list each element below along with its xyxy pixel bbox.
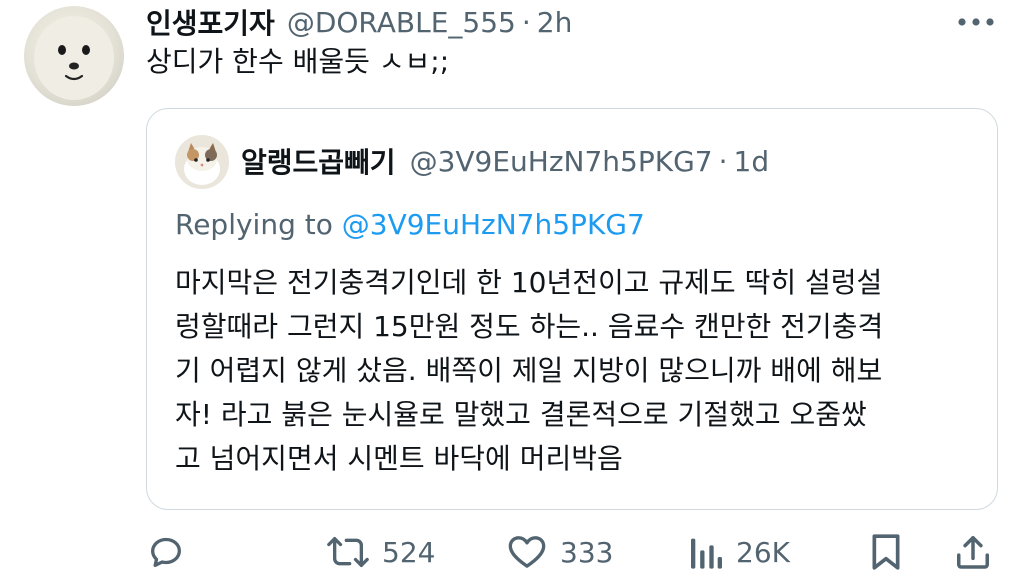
like-count: 333 [560, 535, 614, 569]
heart-icon [508, 536, 546, 568]
dog-avatar-image [34, 16, 114, 100]
quoted-text-line: 기 어렵지 않게 샀음. 배쪽이 제일 지방이 많으니까 배에 해보 [175, 354, 883, 387]
tweet-time[interactable]: 2h [537, 6, 573, 39]
quoted-header: 알랭드곱빼기 @3V9EuHzN7h5PKG7 · 1d [241, 141, 769, 181]
views-button[interactable]: 26K [688, 528, 790, 576]
like-button[interactable]: 333 [506, 528, 613, 576]
quoted-author-name[interactable]: 알랭드곱빼기 [241, 141, 396, 181]
share-button[interactable] [954, 528, 992, 576]
more-dots-icon [958, 18, 994, 26]
quoted-author-handle[interactable]: @3V9EuHzN7h5PKG7 [410, 145, 713, 178]
retweet-button[interactable]: 524 [326, 528, 435, 576]
quoted-text-line: 마지막은 전기충격기인데 한 10년전이고 규제도 딱히 설렁설 [175, 266, 883, 299]
quoted-text-line: 고 넘어지면서 시멘트 바닥에 머리박음 [175, 442, 623, 475]
separator-dot: · [521, 5, 531, 39]
action-bar: 524 333 26K [146, 528, 1006, 576]
views-count: 26K [736, 535, 790, 569]
author-name[interactable]: 인생포기자 [146, 2, 275, 42]
bookmark-button[interactable] [868, 528, 904, 576]
quoted-text-line: 렁할때라 그런지 15만원 정도 하는.. 음료수 캔만한 전기충격 [175, 310, 884, 343]
share-icon [957, 536, 989, 569]
views-chart-icon [691, 538, 722, 569]
reply-icon [151, 537, 181, 567]
quoted-avatar[interactable] [175, 135, 229, 189]
more-options-button[interactable] [952, 10, 1000, 34]
quoted-tweet-card[interactable]: 알랭드곱빼기 @3V9EuHzN7h5PKG7 · 1d Replying to… [146, 108, 998, 510]
replying-to-label: Replying to [175, 208, 333, 241]
cat-avatar-image [175, 135, 229, 189]
tweet-header: 인생포기자 @DORABLE_555 · 2h [146, 2, 572, 42]
quoted-text-line: 자! 라고 붉은 눈시율로 말했고 결론적으로 기절했고 오줌쌌 [175, 398, 867, 431]
bookmark-icon [872, 534, 900, 570]
tweet-text: 상디가 한수 배울듯 ㅅㅂ;; [146, 45, 450, 78]
retweet-icon [327, 537, 369, 567]
retweet-count: 524 [382, 535, 436, 569]
reply-button[interactable] [146, 528, 186, 576]
replying-to-line: Replying to @3V9EuHzN7h5PKG7 [175, 205, 645, 245]
avatar[interactable] [24, 6, 124, 106]
quoted-tweet-text: 마지막은 전기충격기인데 한 10년전이고 규제도 딱히 설렁설 렁할때라 그런… [175, 261, 975, 481]
author-handle[interactable]: @DORABLE_555 [287, 6, 516, 39]
quoted-separator-dot: · [718, 144, 728, 178]
quoted-time[interactable]: 1d [734, 145, 770, 178]
replying-to-mention[interactable]: @3V9EuHzN7h5PKG7 [342, 208, 645, 241]
